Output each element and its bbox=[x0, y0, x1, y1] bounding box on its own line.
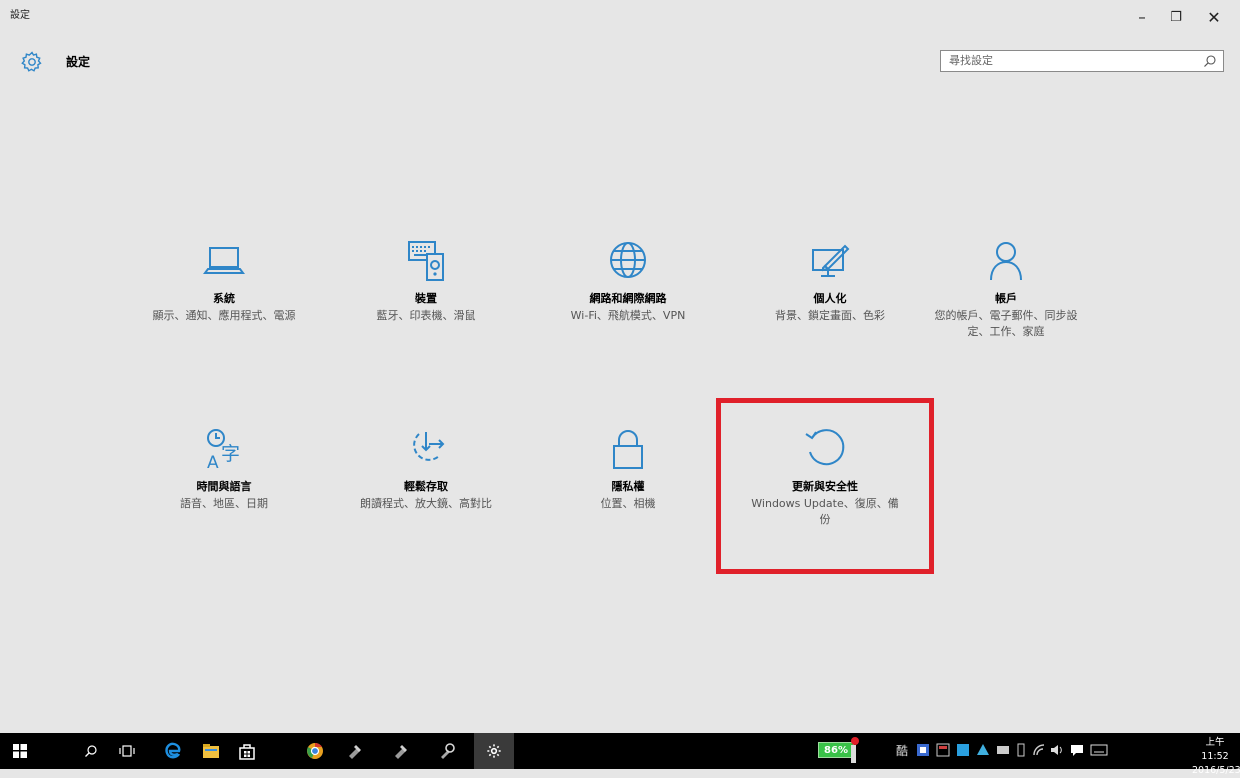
settings-taskbar-button[interactable] bbox=[474, 733, 514, 769]
volume-icon[interactable] bbox=[1050, 743, 1064, 757]
tile-desc: 位置、相機 bbox=[600, 497, 656, 510]
tile-name: 隱私權 bbox=[611, 480, 645, 493]
tile-name: 裝置 bbox=[415, 292, 437, 305]
lock-icon bbox=[613, 430, 643, 469]
tile-desc: 語音、地區、日期 bbox=[180, 497, 268, 510]
keyboard-icon[interactable] bbox=[1090, 743, 1108, 757]
search-box[interactable] bbox=[940, 50, 1224, 72]
tile-name: 帳戶 bbox=[995, 292, 1017, 305]
wifi-icon[interactable] bbox=[1032, 743, 1046, 757]
task-view-button[interactable] bbox=[110, 733, 144, 769]
system-clock[interactable]: 上午 11:52 2016/5/23 bbox=[1192, 736, 1240, 778]
tile-name: 系統 bbox=[213, 292, 235, 305]
task-view-icon bbox=[119, 745, 135, 757]
globe-icon bbox=[610, 242, 646, 278]
tile-update-security[interactable]: 更新與安全性 Windows Update、復原、備份 bbox=[745, 426, 905, 528]
edge-button[interactable] bbox=[156, 733, 190, 769]
tile-name: 輕鬆存取 bbox=[404, 480, 448, 493]
app-icon bbox=[441, 743, 455, 759]
update-icon bbox=[805, 429, 845, 466]
settings-icon bbox=[487, 744, 501, 758]
tile-network[interactable]: 網路和網際網路 Wi-Fi、飛航模式、VPN bbox=[548, 238, 708, 324]
personalization-icon bbox=[812, 244, 850, 277]
time-language-icon: A 字 bbox=[207, 429, 240, 472]
tile-system[interactable]: 系統 顯示、通知、應用程式、電源 bbox=[144, 238, 304, 324]
search-input[interactable] bbox=[949, 54, 1189, 67]
edge-icon bbox=[165, 742, 181, 759]
tile-time-language[interactable]: A 字 時間與語言 語音、地區、日期 bbox=[144, 426, 304, 512]
taskbar: 86% 酷 上午 11:52 2016/5/23 bbox=[0, 733, 1240, 776]
gear-icon bbox=[21, 51, 42, 72]
tray-app-icon[interactable] bbox=[976, 743, 990, 757]
search-icon[interactable] bbox=[1203, 54, 1217, 68]
app-icon bbox=[395, 745, 407, 759]
tile-devices[interactable]: 裝置 藍牙、印表機、滑鼠 bbox=[346, 238, 506, 324]
tile-desc: 背景、鎖定畫面、色彩 bbox=[775, 309, 885, 322]
start-button[interactable] bbox=[0, 733, 40, 769]
tray-app-icon[interactable] bbox=[916, 743, 930, 757]
minimize-button[interactable]: – bbox=[1126, 4, 1158, 30]
message-icon[interactable] bbox=[1070, 743, 1084, 757]
tile-name: 更新與安全性 bbox=[792, 480, 858, 493]
close-button[interactable]: ✕ bbox=[1198, 4, 1230, 30]
usb-icon[interactable] bbox=[1014, 743, 1028, 757]
tile-personalization[interactable]: 個人化 背景、鎖定畫面、色彩 bbox=[750, 238, 910, 324]
svg-text:字: 字 bbox=[221, 443, 240, 465]
tray-app-icon[interactable] bbox=[936, 743, 950, 757]
person-icon bbox=[990, 242, 1022, 281]
file-explorer-button[interactable] bbox=[194, 733, 228, 769]
tile-name: 時間與語言 bbox=[196, 480, 252, 493]
title-bar: 設定 – ❐ ✕ bbox=[0, 0, 1240, 40]
file-explorer-icon bbox=[203, 744, 219, 758]
tile-ease-of-access[interactable]: 輕鬆存取 朗讀程式、放大鏡、高對比 bbox=[346, 426, 506, 512]
taskbar-app-button[interactable] bbox=[430, 733, 464, 769]
tile-name: 網路和網際網路 bbox=[589, 292, 667, 305]
tile-desc: 藍牙、印表機、滑鼠 bbox=[376, 309, 476, 322]
restore-button[interactable]: ❐ bbox=[1160, 4, 1192, 30]
tile-desc: 朗讀程式、放大鏡、高對比 bbox=[360, 497, 492, 510]
tile-desc: 顯示、通知、應用程式、電源 bbox=[152, 309, 296, 322]
clock-time: 上午 11:52 bbox=[1201, 737, 1229, 762]
chrome-icon bbox=[307, 742, 323, 759]
tile-desc: 您的帳戶、電子郵件、同步設定、工作、家庭 bbox=[934, 309, 1078, 338]
tray-app-icon[interactable] bbox=[996, 743, 1010, 757]
tile-privacy[interactable]: 隱私權 位置、相機 bbox=[548, 426, 708, 512]
app-icon bbox=[349, 745, 361, 759]
page-title: 設定 bbox=[66, 55, 91, 69]
tile-desc: Windows Update、復原、備份 bbox=[751, 497, 899, 526]
store-button[interactable] bbox=[230, 733, 264, 769]
chrome-button[interactable] bbox=[298, 733, 332, 769]
notification-icon[interactable] bbox=[846, 735, 862, 767]
tray-app-icon[interactable] bbox=[956, 743, 970, 757]
svg-text:酷: 酷 bbox=[896, 744, 908, 757]
laptop-icon bbox=[203, 247, 245, 274]
tile-name: 個人化 bbox=[813, 292, 847, 305]
store-icon bbox=[239, 744, 255, 760]
ease-of-access-icon bbox=[413, 432, 445, 461]
svg-text:A: A bbox=[207, 453, 219, 472]
tile-desc: Wi-Fi、飛航模式、VPN bbox=[570, 309, 686, 322]
ime-icon[interactable]: 酷 bbox=[896, 743, 910, 757]
taskbar-app-button[interactable] bbox=[338, 733, 372, 769]
clock-date: 2016/5/23 bbox=[1192, 765, 1240, 776]
window-title: 設定 bbox=[10, 10, 30, 21]
start-icon bbox=[13, 744, 27, 758]
search-icon bbox=[85, 745, 97, 757]
taskbar-app-button[interactable] bbox=[384, 733, 418, 769]
tile-accounts[interactable]: 帳戶 您的帳戶、電子郵件、同步設定、工作、家庭 bbox=[926, 238, 1086, 340]
devices-icon bbox=[408, 241, 444, 281]
taskbar-search-button[interactable] bbox=[74, 733, 108, 769]
